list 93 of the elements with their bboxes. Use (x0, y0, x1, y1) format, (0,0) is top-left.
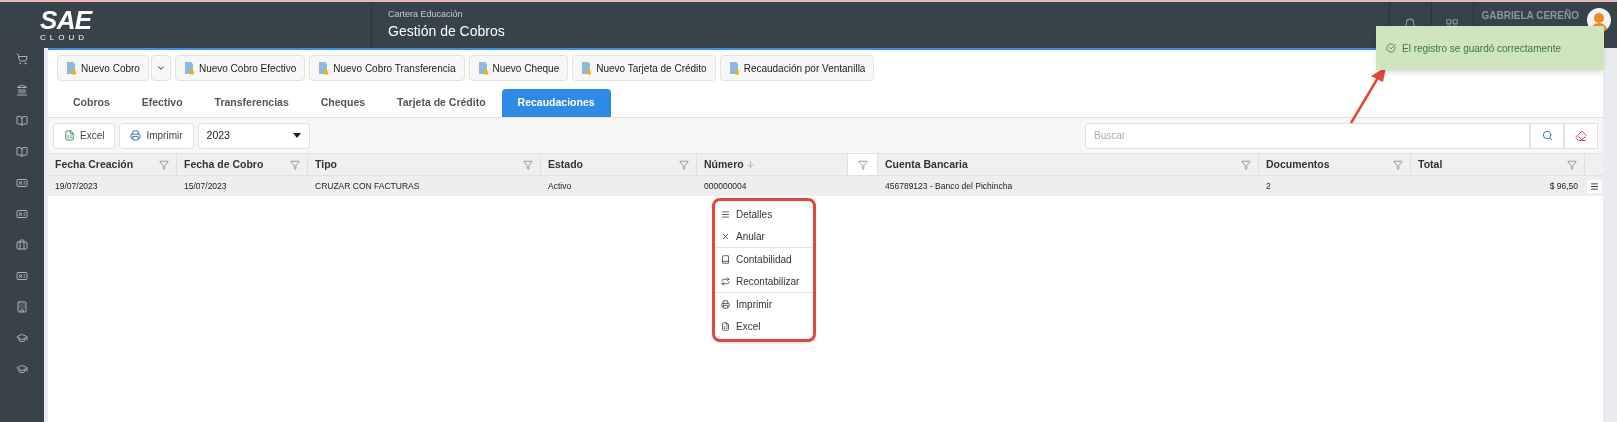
document-icon (66, 61, 76, 75)
sidebar-icon[interactable] (16, 208, 28, 220)
sidebar-icon[interactable] (16, 177, 28, 189)
document-icon (728, 61, 739, 75)
sidebar-icon[interactable] (16, 332, 28, 344)
sidebar-icon[interactable] (16, 270, 28, 282)
row-menu-button[interactable] (1587, 179, 1601, 193)
menu-icon (1589, 181, 1599, 191)
new-button[interactable]: Nuevo Cobro (57, 55, 149, 81)
filter-icon[interactable] (1393, 159, 1403, 170)
repeat-icon (721, 276, 730, 286)
menu-item[interactable]: Recontabilizar (715, 270, 813, 292)
sidebar-icon[interactable] (16, 53, 28, 65)
caret-icon (155, 63, 166, 73)
logo: SAE (40, 7, 92, 33)
filter-icon[interactable] (290, 159, 300, 170)
filter-icon[interactable] (523, 159, 533, 170)
tab[interactable]: Recaudaciones (501, 89, 611, 117)
clear-button[interactable] (1564, 122, 1598, 149)
menu-item[interactable]: Detalles (715, 203, 813, 225)
new-button[interactable]: Nuevo Tarjeta de Crédito (572, 55, 716, 81)
column-title: Cuenta Bancaria (885, 156, 968, 172)
sidebar-icon[interactable] (16, 363, 28, 375)
table-cell-text: 456789123 - Banco del Pichincha (884, 179, 1014, 193)
tab[interactable]: Tarjeta de Crédito (381, 89, 502, 117)
table-row[interactable]: 19/07/2023 15/07/2023 CRUZAR CON FACTURAS Activo 000000004 456789123 - Banco del Pichincha 2 $ 96,50 (48, 176, 1603, 196)
menu-item[interactable]: Excel (715, 315, 813, 337)
column-header[interactable]: Documentos (1259, 154, 1411, 175)
column-header[interactable]: Fecha de Cobro (177, 154, 308, 175)
document-icon (477, 61, 488, 75)
sidebar-icon[interactable] (16, 301, 28, 313)
caret-icon (292, 133, 301, 138)
table-cell-text: CRUZAR CON FACTURAS (314, 179, 421, 193)
menu-item[interactable]: Contabilidad (715, 248, 813, 270)
document-icon (183, 61, 194, 75)
excel-button[interactable]: Excel (53, 122, 116, 149)
search-field[interactable]: Buscar (1085, 122, 1530, 149)
column-title: Total (1418, 156, 1443, 172)
sidebar-icon[interactable] (16, 239, 28, 251)
new-button[interactable]: Recaudación por Ventanilla (719, 55, 875, 81)
table-cell-text: 15/07/2023 (183, 179, 228, 193)
printer-icon (130, 130, 142, 141)
column-title: Número (704, 156, 755, 173)
column-title: Fecha de Cobro (184, 156, 264, 172)
search-button[interactable] (1530, 122, 1564, 149)
sidebar-icon[interactable] (16, 84, 28, 96)
filter-icon[interactable] (857, 159, 868, 170)
printer-icon (721, 299, 730, 309)
print-button[interactable]: Imprimir (119, 122, 194, 149)
filter-icon[interactable] (159, 159, 169, 170)
filter-icon[interactable] (1241, 159, 1251, 170)
document-icon (318, 61, 329, 75)
sidebar-icon[interactable] (16, 115, 28, 127)
column-header[interactable]: Estado (541, 154, 697, 175)
table-cell-text: $ 96,50 (1548, 179, 1579, 193)
menu-item[interactable]: Imprimir (715, 293, 813, 315)
column-header[interactable]: Tipo (308, 154, 541, 175)
column-title: Estado (548, 156, 583, 172)
column-header[interactable]: Total (1411, 154, 1585, 175)
filter-icon[interactable] (1567, 159, 1577, 170)
toast-message: El registro se guardó correctamente (1402, 41, 1561, 56)
column-title: Documentos (1266, 156, 1330, 172)
table-cell-text: 19/07/2023 (54, 179, 99, 193)
new-button[interactable]: Nuevo Cheque (468, 55, 569, 81)
page-title: Gestión de Cobros (388, 22, 505, 42)
tab[interactable]: Efectivo (125, 89, 199, 117)
search-icon (1541, 130, 1553, 141)
year-select[interactable]: 2023 (197, 122, 310, 149)
book-icon (721, 254, 730, 264)
tab[interactable]: Cheques (304, 89, 382, 117)
table-cell-text: 000000004 (703, 179, 748, 193)
column-header[interactable]: Cuenta Bancaria (878, 154, 1259, 175)
logo-subtitle: CLOUD (40, 33, 88, 43)
module-name: Cartera Educación (388, 7, 464, 21)
new-button[interactable]: Nuevo Cobro Efectivo (174, 55, 306, 81)
eraser-icon (1575, 129, 1587, 142)
sidebar-icon[interactable] (16, 146, 28, 158)
document-icon (581, 61, 592, 75)
spreadsheet-icon (64, 130, 75, 141)
column-title: Fecha Creación (55, 156, 134, 172)
tab[interactable]: Transferencias (198, 89, 305, 117)
column-title: Tipo (315, 156, 337, 172)
table-cell-text: Activo (547, 179, 573, 193)
tab[interactable]: Cobros (57, 89, 126, 117)
filter-icon[interactable] (679, 159, 689, 170)
lines-icon (721, 209, 730, 219)
table-cell-text: 2 (1265, 179, 1272, 193)
column-header[interactable]: Fecha Creación (48, 154, 177, 175)
check-icon (1386, 43, 1396, 53)
spreadsheet-icon (721, 321, 730, 331)
cross-icon (721, 231, 730, 241)
new-button[interactable]: Nuevo Cobro Transferencia (309, 55, 465, 81)
menu-item[interactable]: Anular (715, 225, 813, 247)
